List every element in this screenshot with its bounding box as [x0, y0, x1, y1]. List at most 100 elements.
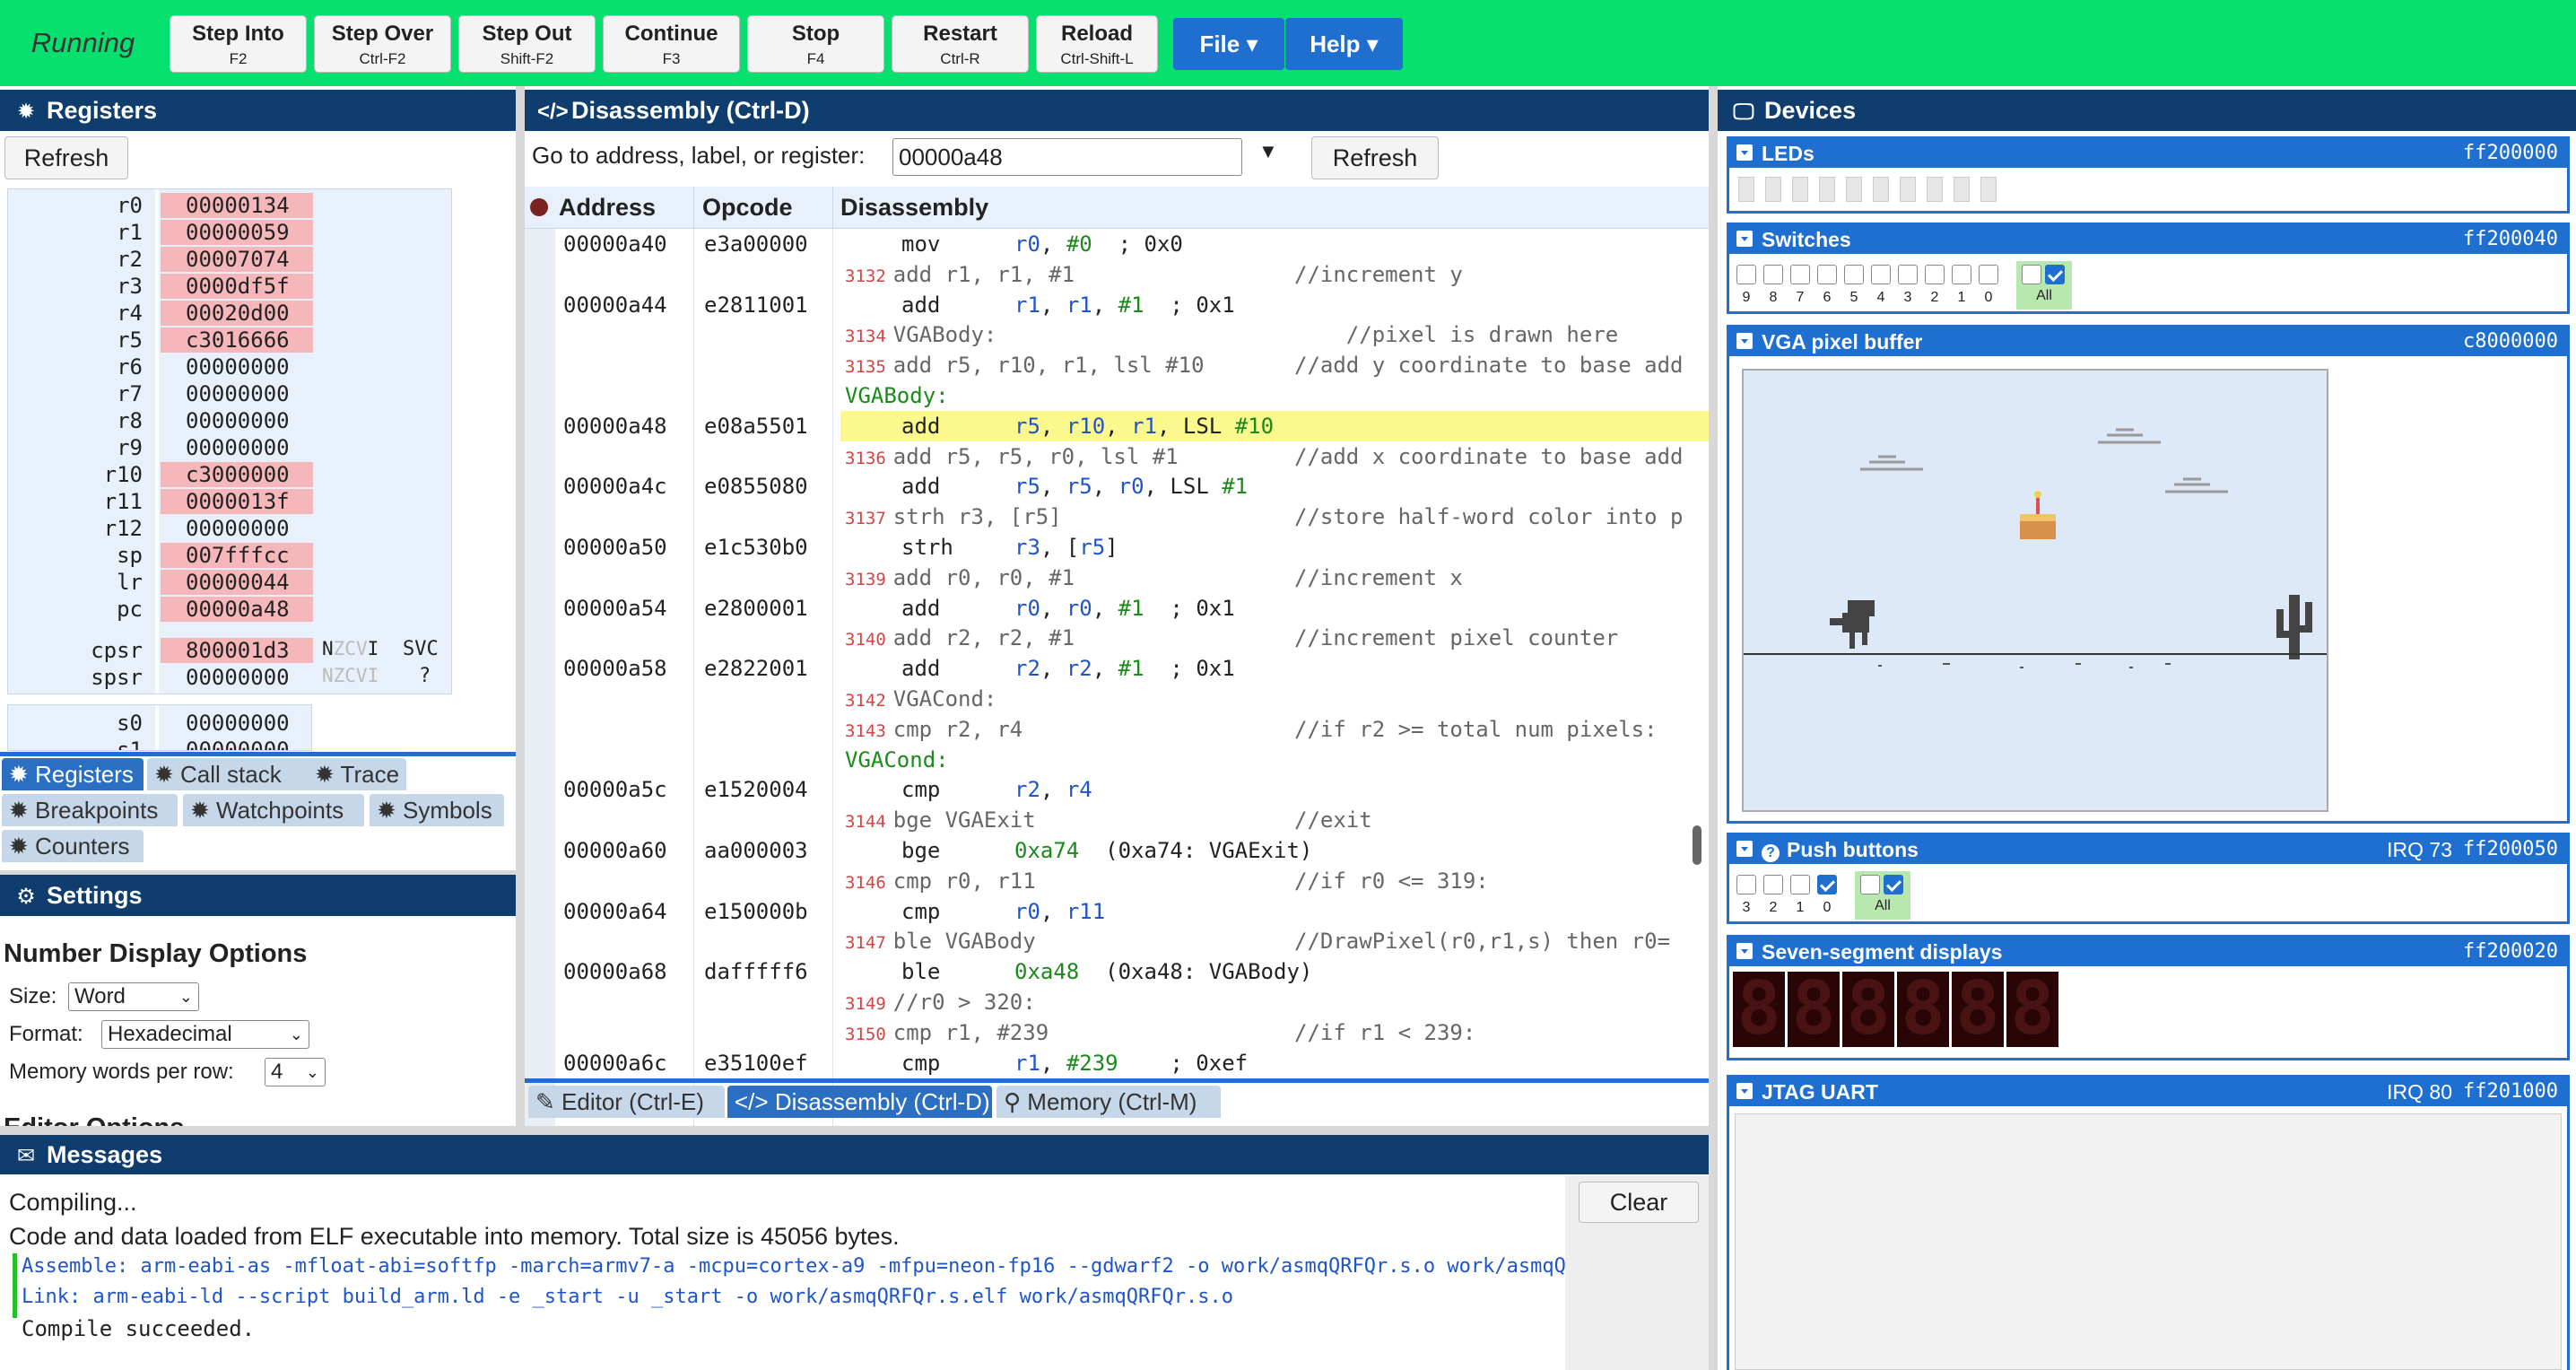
tab-breakpoints[interactable]: ✹ Breakpoints — [2, 794, 178, 826]
switch-checkbox[interactable] — [1952, 265, 1971, 284]
register-value[interactable]: 00000a48 — [161, 597, 313, 622]
register-value[interactable]: 00000000 — [161, 516, 313, 541]
switch-checkbox[interactable] — [1763, 265, 1783, 284]
help-menu-button[interactable]: Help ▾ — [1285, 18, 1403, 70]
source-line-row: 3143 cmp r2, r4//if r2 >= total num pixel… — [845, 716, 1658, 742]
led — [1846, 177, 1862, 202]
step-over-button[interactable]: Step Over Ctrl-F2 — [314, 15, 451, 73]
register-value[interactable]: 800001d3 — [161, 638, 313, 663]
registers-refresh-button[interactable]: Refresh — [4, 136, 128, 179]
tab-memory[interactable]: ⚲ Memory (Ctrl-M) — [996, 1086, 1221, 1118]
memory-words-select[interactable]: 4 ⌄ — [265, 1058, 326, 1086]
switch-checkbox[interactable] — [1790, 265, 1810, 284]
instruction-row[interactable]: 00000a54 e2800001 add r0, r0, #1 ; 0x1 — [525, 593, 1709, 624]
switch-checkbox[interactable] — [1736, 265, 1756, 284]
vga-header[interactable]: VGA pixel buffer c8000000 — [1729, 327, 2567, 356]
tab-disassembly[interactable]: </> Disassembly (Ctrl-D) — [727, 1086, 992, 1118]
instruction-row[interactable]: 00000a6c e35100ef cmp r1, #239 ; 0xef — [525, 1048, 1709, 1078]
switch-checkbox[interactable] — [1817, 265, 1837, 284]
tab-watchpoints[interactable]: ✹ Watchpoints — [183, 794, 364, 826]
reload-button[interactable]: Reload Ctrl-Shift-L — [1036, 15, 1158, 73]
register-value[interactable]: 00000000 — [161, 354, 313, 380]
instruction-row[interactable]: 00000a50 e1c530b0 strh r3, [r5] — [525, 532, 1709, 563]
cactus-icon — [2276, 595, 2312, 659]
instruction-row[interactable]: 00000a58 e2822001 add r2, r2, #1 ; 0x1 — [525, 653, 1709, 684]
bug-icon: ✹ — [9, 833, 36, 860]
instruction-row[interactable]: 00000a68 dafffff6 ble 0xa48 (0xa48: VGABody… — [525, 956, 1709, 987]
restart-button[interactable]: Restart Ctrl-R — [892, 15, 1029, 73]
switch-checkbox[interactable] — [1925, 265, 1945, 284]
switch-checkbox[interactable] — [1979, 265, 1998, 284]
source-line-row: 3150 cmp r1, #239//if r1 < 239: — [845, 1019, 1476, 1045]
size-select[interactable]: Word ⌄ — [68, 982, 199, 1011]
switches-all-off-checkbox[interactable] — [2022, 265, 2041, 284]
step-out-button[interactable]: Step Out Shift-F2 — [458, 15, 596, 73]
push-button-checkbox[interactable] — [1790, 875, 1810, 894]
instruction-row[interactable]: 00000a44 e2811001 add r1, r1, #1 ; 0x1 — [525, 290, 1709, 320]
register-value[interactable]: 00000044 — [161, 570, 313, 595]
instruction-row[interactable]: 00000a4c e0855080 add r5, r5, r0, LSL #1 — [525, 471, 1709, 502]
breakpoint-gutter[interactable] — [525, 229, 555, 1126]
switches-all-on-checkbox[interactable] — [2045, 265, 2065, 284]
register-value[interactable]: 00000000 — [161, 408, 313, 433]
size-label: Size: — [9, 984, 57, 1008]
push-button-checkbox[interactable] — [1817, 875, 1837, 894]
leds-header[interactable]: LEDs ff200000 — [1729, 139, 2567, 168]
tab-editor[interactable]: ✎ Editor (Ctrl-E) — [528, 1086, 725, 1118]
instruction-row[interactable]: 00000a40 e3a00000 mov r0, #0 ; 0x0 — [525, 229, 1709, 259]
bug-icon: ✹ — [9, 761, 36, 788]
instruction-row[interactable]: 00000a5c e1520004 cmp r2, r4 — [525, 774, 1709, 805]
jtag-uart-header[interactable]: JTAG UART IRQ 80 ff201000 — [1729, 1078, 2567, 1106]
register-value[interactable]: 00000134 — [161, 193, 313, 218]
push-button-checkbox[interactable] — [1763, 875, 1783, 894]
register-value[interactable]: 0000df5f — [161, 274, 313, 299]
jtag-uart-terminal[interactable] — [1735, 1113, 2562, 1370]
messages-clear-button[interactable]: Clear — [1579, 1182, 1699, 1223]
switches-header[interactable]: Switches ff200040 — [1729, 225, 2567, 254]
led — [1765, 177, 1781, 202]
tab-counters[interactable]: ✹ Counters — [2, 830, 144, 862]
register-value[interactable]: 00000000 — [161, 381, 313, 406]
label-row: VGABody: — [845, 383, 949, 408]
instruction-row[interactable]: 00000a64 e150000b cmp r0, r11 — [525, 896, 1709, 927]
push-buttons-all-on-checkbox[interactable] — [1884, 875, 1903, 894]
seven-segment-header[interactable]: Seven-segment displays ff200020 — [1729, 938, 2567, 966]
tab-registers[interactable]: ✹ Registers — [2, 758, 144, 790]
source-line-row: 3144 bge VGAExit//exit — [845, 807, 1372, 833]
push-buttons-all-off-checkbox[interactable] — [1860, 875, 1880, 894]
continue-button[interactable]: Continue F3 — [603, 15, 740, 73]
source-line-row: 3135 add r5, r10, r1, lsl #10//add y coor… — [845, 353, 1684, 379]
register-value[interactable]: 007fffcc — [161, 543, 313, 568]
switch-checkbox[interactable] — [1871, 265, 1891, 284]
file-menu-button[interactable]: File ▾ — [1173, 18, 1284, 70]
vertical-splitter[interactable] — [516, 86, 525, 1127]
format-select[interactable]: Hexadecimal ⌄ — [101, 1020, 309, 1049]
tab-symbols[interactable]: ✹ Symbols — [370, 794, 504, 826]
spsr-mode: ? — [419, 665, 431, 687]
horizontal-splitter[interactable] — [0, 1126, 1709, 1135]
disassembly-scrollbar[interactable] — [1693, 825, 1701, 865]
register-value[interactable]: 00000000 — [161, 665, 313, 690]
register-value[interactable]: 0000013f — [161, 489, 313, 514]
switch-checkbox[interactable] — [1898, 265, 1918, 284]
vertical-splitter[interactable] — [1709, 86, 1718, 1370]
instruction-row[interactable]: 00000a60 aa000003 bge 0xa74 (0xa74: VGAExit… — [525, 835, 1709, 866]
push-button-checkbox[interactable] — [1736, 875, 1756, 894]
register-list: r0 00000134 r1 00000059 r2 00007074 r3 0000df5f… — [7, 188, 452, 694]
register-value[interactable]: 00000000 — [161, 435, 313, 460]
step-into-button[interactable]: Step Into F2 — [170, 15, 307, 73]
seven-segment-digit: 8 — [1733, 972, 1785, 1047]
push-buttons-header[interactable]: ? Push buttons IRQ 73 ff200050 — [1729, 835, 2567, 864]
register-value[interactable]: 00007074 — [161, 247, 313, 272]
switch-checkbox[interactable] — [1844, 265, 1864, 284]
instruction-row[interactable]: 00000a48 e08a5501 add r5, r10, r1, LSL #10 — [525, 410, 1709, 441]
stop-button[interactable]: Stop F4 — [747, 15, 884, 73]
register-value[interactable]: 00000059 — [161, 220, 313, 245]
horizontal-splitter[interactable] — [0, 870, 516, 875]
tab-trace[interactable]: ✹ Trace — [308, 758, 406, 790]
register-value[interactable]: 00020d00 — [161, 301, 313, 326]
help-icon[interactable]: ? — [1762, 844, 1780, 862]
register-value[interactable]: c3000000 — [161, 462, 313, 487]
instruction-text: bge 0xa74 (0xa74: VGAExit) — [901, 838, 1313, 863]
register-value[interactable]: c3016666 — [161, 327, 313, 353]
